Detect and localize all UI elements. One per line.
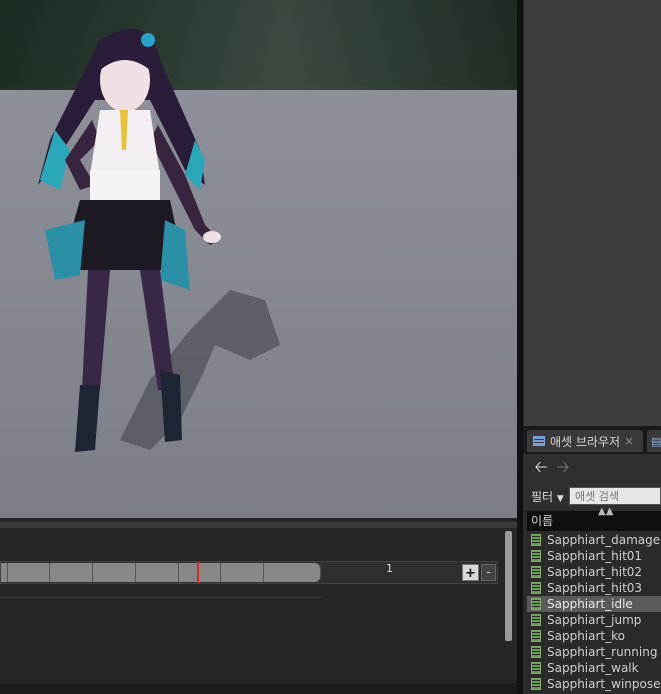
asset-name: Sapphiart_hit02 [547,565,643,579]
filter-button[interactable]: 필터 ▼ [531,488,564,505]
column-header-name[interactable]: 이름 [527,511,661,531]
asset-list-item[interactable]: Sapphiart_winpose [527,676,661,692]
divider [0,597,323,598]
details-panel [523,0,661,426]
asset-search-input[interactable] [569,487,661,505]
zoom-in-button[interactable]: + [462,564,479,581]
close-icon[interactable]: × [624,434,634,448]
asset-list-item[interactable]: Sapphiart_hit03 [527,580,661,596]
asset-name: Sapphiart_jump [547,613,642,627]
asset-name: Sapphiart_hit03 [547,581,643,595]
character-leg-right [140,270,175,390]
tab-asset-browser[interactable]: 애셋 브라우저 × [527,430,643,452]
animation-sequence-icon [531,646,541,658]
animation-sequence-icon [531,598,541,610]
asset-name: Sapphiart_winpose [547,677,661,691]
asset-list: Sapphiart_damage Sapphiart_hit01 Sapphiart… [527,531,661,694]
animation-viewport[interactable] [0,0,517,518]
frame-segment[interactable] [8,563,50,582]
chevron-down-icon: ▼ [556,494,564,504]
asset-name: Sapphiart_ko [547,629,625,643]
navigation-toolbar: 🡠 🡢 [523,454,661,484]
zoom-out-button[interactable]: - [481,564,496,581]
frame-segment[interactable] [93,563,136,582]
timeline-scrubber[interactable] [0,561,498,584]
filter-row: 필터 ▼ [523,484,661,510]
arrow-left-icon[interactable]: 🡠 [531,456,551,483]
tab-other[interactable]: ▤ [647,430,661,452]
animation-sequence-icon [531,534,541,546]
asset-name: Sapphiart_walk [547,661,639,675]
asset-list-item[interactable]: Sapphiart_idle [527,596,661,612]
asset-list-item[interactable]: Sapphiart_jump [527,612,661,628]
asset-browser-tabbar: 애셋 브라우저 × ▤ [523,426,661,454]
status-bar [0,683,517,694]
asset-list-item[interactable]: Sapphiart_running [527,644,661,660]
asset-name: Sapphiart_idle [547,597,633,611]
frame-segment[interactable] [50,563,93,582]
asset-list-item[interactable]: Sapphiart_damage [527,532,661,548]
animation-sequence-icon [531,582,541,594]
timeline-panel [0,518,517,694]
character-shadow [120,290,280,450]
frame-segment[interactable] [136,563,179,582]
character-boot-left [75,385,100,452]
character-leg-left [82,270,110,390]
animation-sequence-icon [531,566,541,578]
asset-name: Sapphiart_running [547,645,658,659]
arrow-right-icon[interactable]: 🡢 [553,456,573,483]
asset-name: Sapphiart_damage [547,533,661,547]
animation-sequence-icon [531,614,541,626]
blueprint-icon: ▤ [651,434,661,448]
content-browser-icon [533,436,545,446]
animation-sequence-icon [531,662,541,674]
frame-segment[interactable] [221,563,264,582]
asset-list-item[interactable]: Sapphiart_ko [527,628,661,644]
hair-flower [141,33,155,47]
character-preview [38,28,280,452]
frame-segment[interactable] [264,563,321,582]
animation-sequence-icon [531,630,541,642]
tab-asset-browser-label: 애셋 브라우저 [550,434,621,449]
collapse-icon[interactable]: ▲▲ [598,506,613,517]
asset-list-item[interactable]: Sapphiart_hit02 [527,564,661,580]
frame-segment[interactable] [1,563,8,582]
filter-label: 필터 [531,490,554,504]
asset-list-item[interactable]: Sapphiart_hit01 [527,548,661,564]
timeline-header [0,522,517,528]
frame-segment[interactable] [179,563,221,582]
playhead[interactable] [197,562,199,583]
animation-sequence-icon [531,678,541,690]
asset-list-item[interactable]: Sapphiart_walk [527,660,661,676]
asset-name: Sapphiart_hit01 [547,549,643,563]
current-frame-label: 1 [386,562,393,575]
animation-sequence-icon [531,550,541,562]
timeline-scrollbar[interactable] [505,531,512,641]
